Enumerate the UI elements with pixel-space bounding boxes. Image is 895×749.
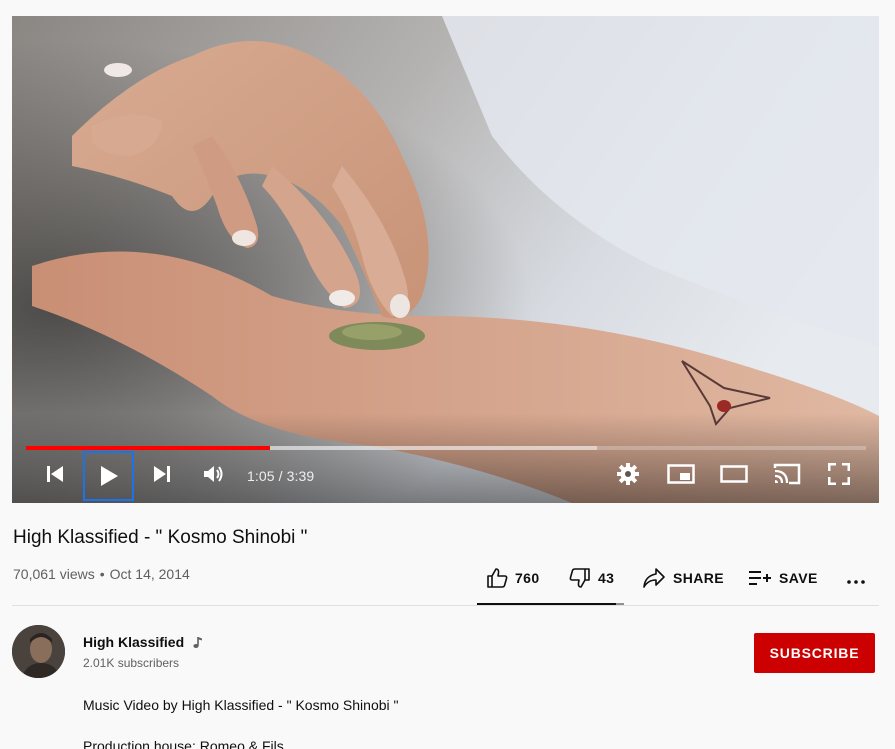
save-button[interactable]: SAVE bbox=[748, 558, 818, 598]
description-line: Music Video by High Klassified - " Kosmo… bbox=[83, 697, 399, 713]
share-label: SHARE bbox=[673, 570, 725, 586]
action-bar: 760 43 SHARE SAVE bbox=[477, 558, 879, 606]
previous-icon bbox=[47, 466, 63, 482]
time-display: 1:05 / 3:39 bbox=[247, 468, 315, 484]
thumbs-up-icon bbox=[487, 568, 508, 588]
save-label: SAVE bbox=[779, 570, 818, 586]
theater-mode-icon bbox=[720, 465, 748, 483]
gear-icon bbox=[617, 463, 639, 485]
fullscreen-button[interactable] bbox=[826, 456, 852, 492]
watch-page: 1:05 / 3:39 High Klassified - " Kosmo Sh… bbox=[0, 0, 895, 749]
previous-button[interactable] bbox=[42, 456, 68, 492]
video-title: High Klassified - " Kosmo Shinobi " bbox=[13, 527, 308, 548]
progress-bar[interactable] bbox=[26, 446, 866, 450]
progress-played bbox=[26, 446, 270, 450]
cast-icon bbox=[773, 463, 801, 485]
settings-button[interactable] bbox=[615, 456, 641, 492]
next-icon bbox=[154, 466, 170, 482]
like-count: 760 bbox=[515, 570, 540, 586]
volume-icon bbox=[204, 466, 223, 482]
music-note-icon bbox=[193, 637, 202, 648]
play-button[interactable] bbox=[83, 451, 134, 501]
video-player[interactable]: 1:05 / 3:39 bbox=[12, 16, 879, 503]
more-horizontal-icon bbox=[847, 580, 865, 584]
volume-button[interactable] bbox=[201, 456, 227, 492]
upload-date: Oct 14, 2014 bbox=[109, 566, 190, 582]
miniplayer-icon bbox=[667, 464, 695, 484]
description-line: Production house: Romeo & Fils bbox=[83, 738, 284, 749]
share-button[interactable]: SHARE bbox=[642, 558, 724, 598]
avatar[interactable] bbox=[12, 625, 65, 678]
dislike-button[interactable]: 43 bbox=[569, 558, 614, 598]
view-count: 70,061 views bbox=[13, 566, 95, 582]
theater-mode-button[interactable] bbox=[718, 456, 750, 492]
fullscreen-icon bbox=[828, 463, 850, 485]
subscribe-button[interactable]: SUBSCRIBE bbox=[754, 633, 875, 673]
divider bbox=[12, 605, 879, 606]
dislike-count: 43 bbox=[598, 570, 615, 586]
meta-separator: • bbox=[99, 566, 105, 582]
next-button[interactable] bbox=[149, 456, 175, 492]
play-icon bbox=[100, 466, 118, 486]
like-button[interactable]: 760 bbox=[486, 558, 540, 598]
share-arrow-icon bbox=[643, 568, 665, 588]
cast-button[interactable] bbox=[771, 456, 803, 492]
channel-name[interactable]: High Klassified bbox=[83, 634, 184, 650]
subscriber-count: 2.01K subscribers bbox=[83, 656, 180, 670]
more-actions-button[interactable] bbox=[845, 558, 874, 598]
thumbs-down-icon bbox=[569, 568, 590, 588]
miniplayer-button[interactable] bbox=[666, 456, 696, 492]
channel-avatar-image bbox=[12, 625, 65, 678]
playlist-add-icon bbox=[749, 571, 771, 585]
video-meta: 70,061 views • Oct 14, 2014 bbox=[13, 566, 190, 582]
